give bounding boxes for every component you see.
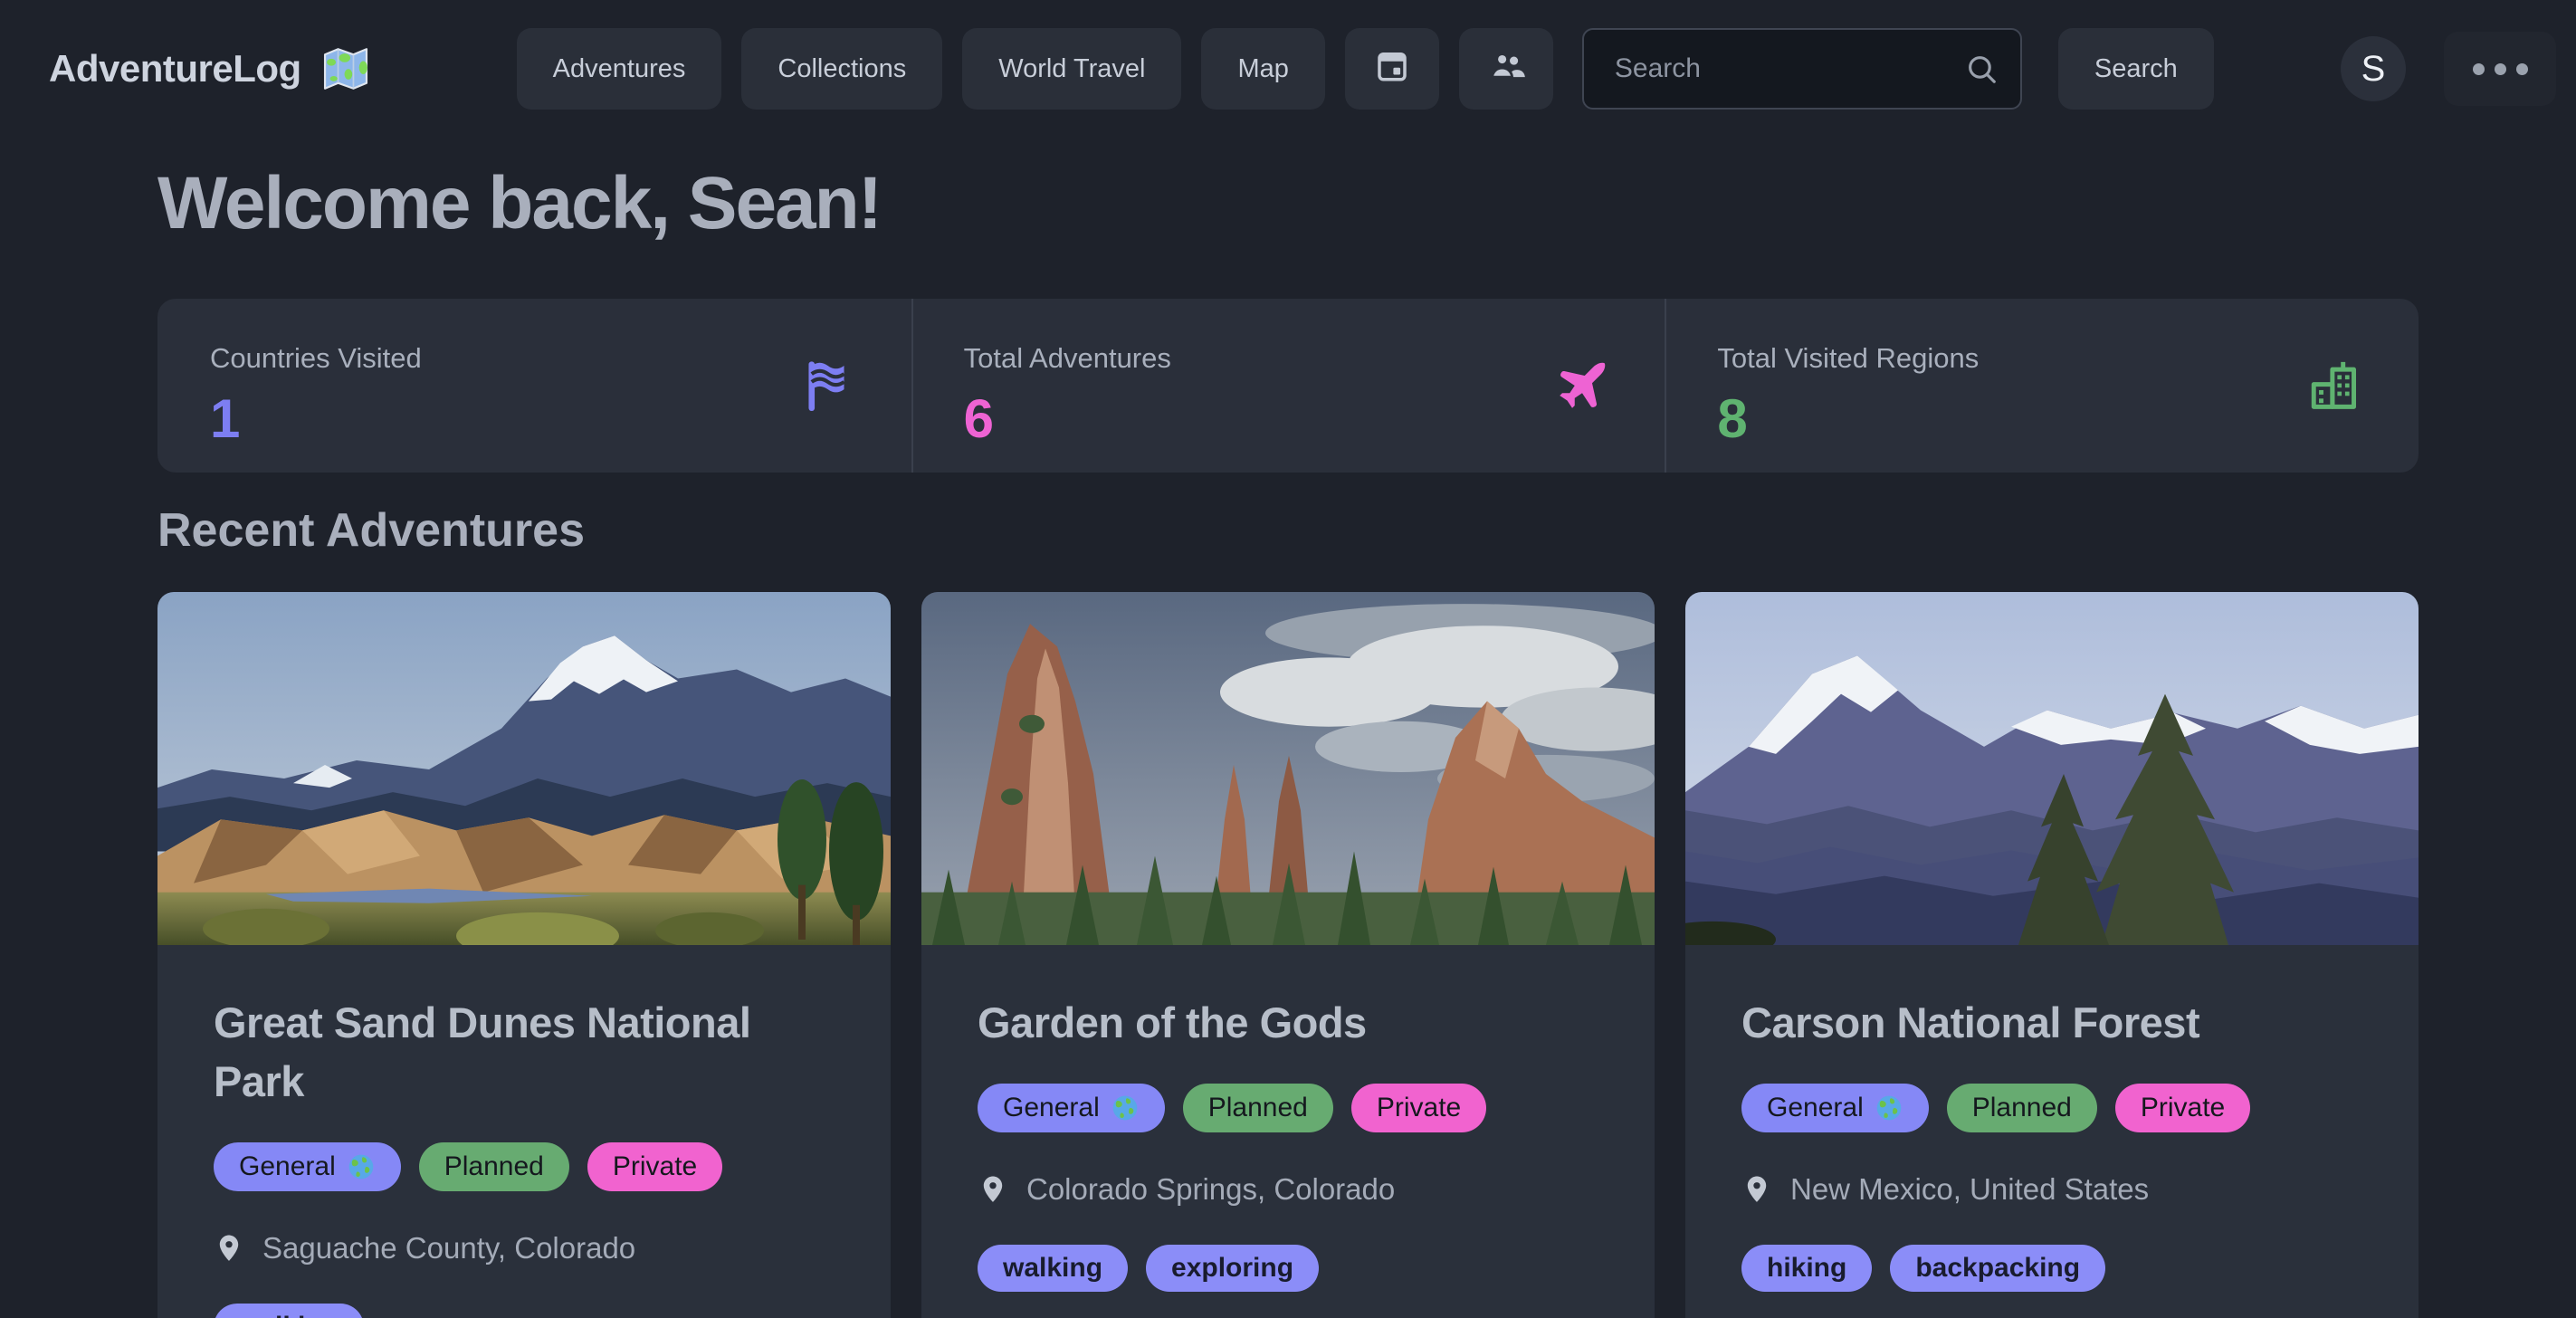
tag-row: walking exploring <box>978 1245 1598 1292</box>
main-content: Welcome back, Sean! Countries Visited 1 … <box>0 161 2576 1318</box>
welcome-heading: Welcome back, Sean! <box>157 161 2419 246</box>
card-title: Great Sand Dunes National Park <box>214 994 835 1112</box>
card-photo-dunes <box>157 592 891 945</box>
overflow-menu-button[interactable] <box>2444 32 2556 106</box>
avatar-initial: S <box>2361 49 2386 90</box>
magnifier-icon <box>1964 52 1999 86</box>
badge-label: General <box>239 1153 336 1180</box>
badge-planned: Planned <box>1947 1084 2097 1132</box>
badge-general: General <box>1741 1084 1929 1132</box>
tag: walking <box>978 1245 1128 1292</box>
location-text: New Mexico, United States <box>1790 1172 2149 1207</box>
brand-name: AdventureLog <box>49 47 301 91</box>
avatar[interactable]: S <box>2341 36 2406 101</box>
top-navbar: AdventureLog Adventures Collections Worl… <box>0 0 2576 138</box>
badge-private: Private <box>587 1142 722 1191</box>
adventure-card-carson-national-forest[interactable]: Carson National Forest General Planned P… <box>1685 592 2419 1318</box>
card-title: Garden of the Gods <box>978 994 1598 1053</box>
stat-label: Total Adventures <box>964 342 1171 375</box>
badge-row: General Planned Private <box>1741 1084 2362 1132</box>
badge-private: Private <box>2115 1084 2250 1132</box>
stat-total-adventures: Total Adventures 6 <box>911 299 1665 473</box>
badge-general: General <box>978 1084 1165 1132</box>
tag-row: hiking backpacking <box>1741 1245 2362 1292</box>
tag-row: walking <box>214 1304 835 1318</box>
nav-link-label: Map <box>1237 54 1288 84</box>
card-photo-garden <box>921 592 1655 945</box>
badge-row: General Planned Private <box>978 1084 1598 1132</box>
stat-value: 6 <box>964 387 1171 450</box>
adventure-cards: Great Sand Dunes National Park General P… <box>157 592 2419 1318</box>
card-title: Carson National Forest <box>1741 994 2362 1053</box>
map-emoji-icon <box>320 43 372 95</box>
card-body: Garden of the Gods General Planned Priva… <box>921 945 1655 1318</box>
tag: hiking <box>1741 1245 1872 1292</box>
globe-icon <box>1111 1094 1140 1122</box>
brand-logo[interactable]: AdventureLog <box>49 43 372 95</box>
nav-right-group: S <box>2341 32 2556 106</box>
users-button[interactable] <box>1459 28 1553 110</box>
search-field-wrap <box>1582 28 2022 110</box>
search-button[interactable]: Search <box>2058 28 2214 110</box>
card-body: Great Sand Dunes National Park General P… <box>157 945 891 1318</box>
nav-link-collections[interactable]: Collections <box>741 28 942 110</box>
badge-row: General Planned Private <box>214 1142 835 1191</box>
search-button-label: Search <box>2094 54 2178 84</box>
users-icon <box>1487 46 1525 91</box>
ellipsis-icon <box>2473 63 2528 75</box>
map-pin-icon <box>1741 1174 1772 1205</box>
stat-total-visited-regions: Total Visited Regions 8 <box>1665 299 2419 473</box>
location-text: Saguache County, Colorado <box>262 1231 635 1265</box>
badge-planned: Planned <box>419 1142 569 1191</box>
stats-bar: Countries Visited 1 Total Adventures 6 <box>157 299 2419 473</box>
card-photo-carson <box>1685 592 2419 945</box>
badge-general: General <box>214 1142 401 1191</box>
location-text: Colorado Springs, Colorado <box>1026 1172 1395 1207</box>
card-body: Carson National Forest General Planned P… <box>1685 945 2419 1318</box>
adventure-card-great-sand-dunes[interactable]: Great Sand Dunes National Park General P… <box>157 592 891 1318</box>
calendar-icon <box>1373 46 1411 91</box>
stat-label: Countries Visited <box>210 342 422 375</box>
tag: walking <box>214 1304 364 1318</box>
card-location: Colorado Springs, Colorado <box>978 1172 1598 1207</box>
city-icon <box>2306 356 2366 415</box>
card-location: Saguache County, Colorado <box>214 1231 835 1265</box>
stat-value: 1 <box>210 387 422 450</box>
card-location: New Mexico, United States <box>1741 1172 2362 1207</box>
nav-link-adventures[interactable]: Adventures <box>517 28 722 110</box>
nav-link-label: World Travel <box>998 54 1145 84</box>
adventure-card-garden-of-the-gods[interactable]: Garden of the Gods General Planned Priva… <box>921 592 1655 1318</box>
nav-link-label: Collections <box>778 54 906 84</box>
globe-icon <box>347 1152 376 1181</box>
tag: backpacking <box>1890 1245 2105 1292</box>
map-pin-icon <box>978 1174 1008 1205</box>
badge-planned: Planned <box>1183 1084 1333 1132</box>
nav-links: Adventures Collections World Travel Map <box>517 28 2214 110</box>
stat-label: Total Visited Regions <box>1717 342 1979 375</box>
plane-icon <box>1552 356 1612 415</box>
nav-link-world-travel[interactable]: World Travel <box>962 28 1181 110</box>
search-input[interactable] <box>1582 28 2022 110</box>
stat-countries-visited: Countries Visited 1 <box>157 299 911 473</box>
flag-icon <box>799 356 859 415</box>
nav-link-label: Adventures <box>553 54 686 84</box>
badge-private: Private <box>1351 1084 1486 1132</box>
recent-adventures-heading: Recent Adventures <box>157 503 2419 558</box>
map-pin-icon <box>214 1233 244 1264</box>
globe-icon <box>1875 1094 1903 1122</box>
badge-label: General <box>1767 1094 1864 1122</box>
badge-label: General <box>1003 1094 1100 1122</box>
stat-value: 8 <box>1717 387 1979 450</box>
nav-link-map[interactable]: Map <box>1201 28 1324 110</box>
calendar-button[interactable] <box>1345 28 1439 110</box>
tag: exploring <box>1146 1245 1319 1292</box>
